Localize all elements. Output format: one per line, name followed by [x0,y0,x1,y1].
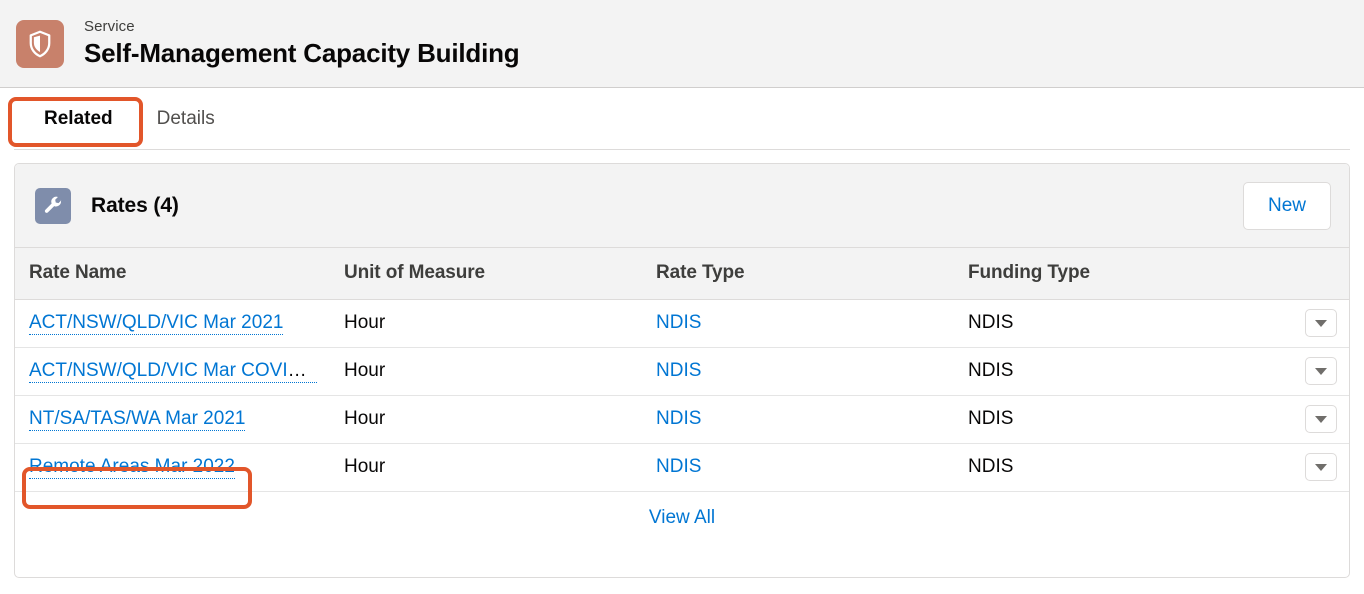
rate-name-link[interactable]: ACT/NSW/QLD/VIC Mar 2021 [29,312,284,335]
chevron-down-icon [1315,415,1327,423]
rate-type-link[interactable]: NDIS [656,408,701,429]
new-button[interactable]: New [1243,181,1331,230]
tab-bar: Related Details [0,88,1364,150]
row-actions-menu-button[interactable] [1305,357,1337,385]
cell-rate-type: NDIS [642,443,954,492]
table-row[interactable]: NT/SA/TAS/WA Mar 2021 Hour NDIS NDIS [15,395,1349,444]
page-title: Self-Management Capacity Building [84,38,520,68]
row-actions-menu-button[interactable] [1305,405,1337,433]
rates-card-title: Rates (4) [91,193,179,217]
cell-unit-of-measure: Hour [330,299,642,348]
table-row[interactable]: ACT/NSW/QLD/VIC Mar COVID... Hour NDIS N… [15,347,1349,396]
rate-name-link[interactable]: Remote Areas Mar 2022 [29,456,235,479]
chevron-down-icon [1315,319,1327,327]
table-header-row: Rate Name Unit of Measure Rate Type Fund… [15,248,1349,300]
record-header: Service Self-Management Capacity Buildin… [0,0,1364,90]
record-title-block: Service Self-Management Capacity Buildin… [84,17,520,70]
rate-name-link[interactable]: NT/SA/TAS/WA Mar 2021 [29,408,246,431]
cell-actions [1254,299,1349,348]
rates-card-header-left: Rates (4) [35,187,1243,224]
cell-unit-of-measure: Hour [330,347,642,396]
rate-type-link[interactable]: NDIS [656,456,701,477]
table-row[interactable]: Remote Areas Mar 2022 Hour NDIS NDIS [15,443,1349,492]
rate-type-link[interactable]: NDIS [656,360,701,381]
tab-details[interactable]: Details [135,88,237,150]
rate-name-link[interactable]: ACT/NSW/QLD/VIC Mar COVID... [29,360,318,383]
column-header-rate-name[interactable]: Rate Name [15,248,330,300]
column-header-rate-type[interactable]: Rate Type [642,248,954,300]
cell-rate-type: NDIS [642,395,954,444]
chevron-down-icon [1315,367,1327,375]
chevron-down-icon [1315,463,1327,471]
cell-actions [1254,347,1349,396]
cell-rate-type: NDIS [642,299,954,348]
cell-rate-name: ACT/NSW/QLD/VIC Mar 2021 [15,299,330,348]
cell-actions [1254,395,1349,444]
row-actions-menu-button[interactable] [1305,309,1337,337]
cell-rate-name: ACT/NSW/QLD/VIC Mar COVID... [15,347,330,396]
column-header-unit-of-measure[interactable]: Unit of Measure [330,248,642,300]
wrench-icon [35,187,71,224]
rates-table: Rate Name Unit of Measure Rate Type Fund… [15,248,1349,492]
column-header-actions [1254,248,1349,300]
cell-rate-type: NDIS [642,347,954,396]
rates-card-footer: View All [15,491,1349,544]
cell-funding-type: NDIS [954,347,1254,396]
cell-funding-type: NDIS [954,299,1254,348]
cell-funding-type: NDIS [954,395,1254,444]
rates-table-head: Rate Name Unit of Measure Rate Type Fund… [15,248,1349,300]
cell-rate-name: NT/SA/TAS/WA Mar 2021 [15,395,330,444]
cell-unit-of-measure: Hour [330,443,642,492]
cell-actions [1254,443,1349,492]
rates-card-header: Rates (4) New [15,164,1349,248]
shield-icon [16,19,64,68]
cell-rate-name: Remote Areas Mar 2022 [15,443,330,492]
rates-table-body: ACT/NSW/QLD/VIC Mar 2021 Hour NDIS NDIS … [15,299,1349,492]
cell-unit-of-measure: Hour [330,395,642,444]
tab-related[interactable]: Related [22,88,135,150]
row-actions-menu-button[interactable] [1305,453,1337,481]
rates-related-list-card: Rates (4) New Rate Name Unit of Measure … [14,163,1350,578]
cell-funding-type: NDIS [954,443,1254,492]
column-header-funding-type[interactable]: Funding Type [954,248,1254,300]
table-row[interactable]: ACT/NSW/QLD/VIC Mar 2021 Hour NDIS NDIS [15,299,1349,348]
rate-type-link[interactable]: NDIS [656,312,701,333]
record-entity-label: Service [84,18,135,35]
view-all-link[interactable]: View All [649,507,715,529]
